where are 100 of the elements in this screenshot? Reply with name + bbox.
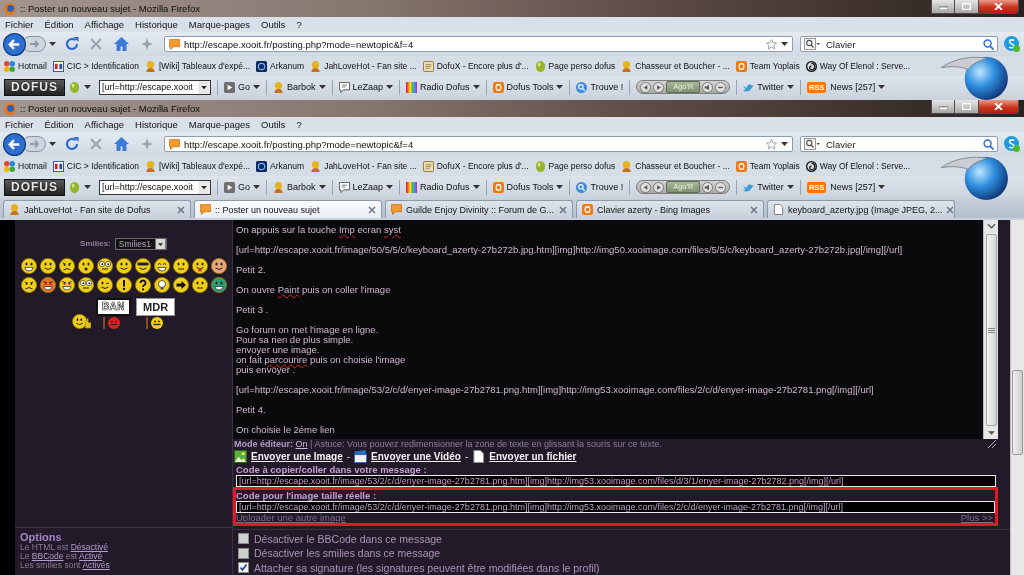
address-field[interactable]: http://escape.xooit.fr/posting.php?mode=newtopic&f=4	[164, 136, 793, 152]
menu-item[interactable]: Outils	[261, 119, 286, 130]
close-icon[interactable]	[368, 205, 376, 214]
scrollbar-thumb[interactable]	[985, 234, 997, 426]
exclamation-icon[interactable]	[115, 277, 132, 293]
minimize-button[interactable]	[931, 0, 955, 14]
caret-icon[interactable]	[781, 142, 788, 146]
tab[interactable]: keyboard_azerty.jpg (Image JPEG, 2...	[767, 200, 955, 218]
reload-icon[interactable]	[65, 37, 79, 51]
caret-icon[interactable]	[556, 85, 564, 89]
checkbox[interactable]	[238, 533, 249, 545]
smiley-icon[interactable]	[172, 258, 189, 274]
page-scrollbar[interactable]	[1010, 220, 1024, 575]
caret-icon[interactable]	[386, 185, 394, 189]
caret-icon[interactable]	[878, 185, 886, 189]
upload-video-link[interactable]: Envoyer une Vidéo	[371, 451, 461, 463]
volume-icon[interactable]	[702, 181, 714, 193]
caret-icon[interactable]	[253, 185, 260, 189]
app-icon[interactable]	[1004, 36, 1020, 52]
url-select[interactable]: [url=http://escape.xooit	[99, 79, 211, 95]
play-icon[interactable]	[653, 81, 665, 93]
reload-icon[interactable]	[65, 137, 79, 151]
caret-icon[interactable]	[253, 85, 260, 89]
menu-item[interactable]: ?	[296, 119, 302, 130]
search-icon[interactable]	[983, 138, 994, 150]
caret-icon[interactable]	[556, 185, 564, 189]
bookmark[interactable]: Arkanum	[256, 160, 305, 172]
magnifier-icon[interactable]	[804, 38, 820, 50]
dofus-logo[interactable]: DOFUS	[4, 78, 65, 96]
menu-item[interactable]: Outils	[261, 19, 286, 30]
magnifier-icon[interactable]	[804, 138, 820, 150]
bookmark[interactable]: Chasseur et Boucher - ...	[621, 160, 730, 172]
smilies-select[interactable]: Smilies1	[114, 237, 167, 250]
tab[interactable]: Guilde Enjoy Divinity :: Forum de G...	[385, 200, 573, 218]
code-field[interactable]: [url=http://escape.xooit.fr/image/53/2/c/d/enyer-image-27b2781.png.htm][img]http://img53.xooimage.com/files/2/c/d/enyer-image-27b2781.png[/img][/url]	[236, 500, 995, 513]
maximize-button[interactable]	[955, 100, 979, 114]
tab[interactable]: JahLoveHot - Fan site de Dofus	[3, 200, 191, 218]
caret-icon[interactable]	[781, 42, 788, 46]
menu-item[interactable]: ?	[296, 19, 302, 30]
message-field[interactable]: On appuis sur la touche Imp ecran syst [url=http://escape.xooit.fr/image/50/5/5/c/keyboard_azerty-27b272b.jpg.htm][img]http://img50.xooimage.com/files/5/5/c/keyboard_azerty-27b272b.jpg[/img][/url] Petit 2. On ouvre Paint puis on coller l'image Petit 3 . Go forum on met l'image en ligne. Pour sa rien de plus simple. envoyer une image. on fait parcourire puis on choisie l'image puis envoyer . [url=http://escape.xooit.fr/image/53/2/c/d/enyer-image-27b2781.png.htm][img]http://img53.xooimage.com/files/2/c/d/enyer-image-27b2781.png[/img][/url] Petit 4. On choisie le 2éme lien	[233, 220, 998, 439]
volume-icon[interactable]	[702, 81, 714, 93]
smiley-icon[interactable]	[210, 277, 227, 293]
home-icon[interactable]	[114, 37, 129, 51]
toolbar-button[interactable]: Dofus Tools	[492, 81, 564, 93]
scrollbar-thumb[interactable]	[1012, 370, 1023, 455]
menu-item[interactable]: Historique	[135, 19, 178, 30]
caret-icon[interactable]	[786, 85, 794, 89]
toolbar-button[interactable]: Twitter	[743, 181, 794, 193]
smiley-icon[interactable]	[58, 258, 75, 274]
menu-item[interactable]: Marque-pages	[188, 19, 251, 30]
bookmark[interactable]: Page perso dofus	[534, 160, 616, 172]
option-link[interactable]: Activé	[79, 551, 103, 561]
smiley-icon[interactable]	[134, 258, 151, 274]
bookmark[interactable]: CIC > Identification	[52, 160, 139, 172]
bookmark[interactable]: Way Of Elenol : Serve...	[805, 160, 911, 172]
smiley-icon[interactable]	[191, 277, 208, 293]
url-select[interactable]: [url=http://escape.xooit	[99, 179, 211, 195]
home-icon[interactable]	[114, 137, 129, 151]
checkbox[interactable]	[238, 547, 249, 559]
menu-item[interactable]: Fichier	[5, 19, 34, 30]
bookmark[interactable]: CIC > Identification	[52, 60, 139, 72]
toolbar-button[interactable]: Radio Dofus	[406, 81, 480, 93]
caret-icon[interactable]	[84, 85, 91, 89]
menu-item[interactable]: Historique	[135, 119, 178, 130]
toolbar-button[interactable]: News [257]	[830, 182, 886, 192]
search-icon[interactable]	[983, 38, 994, 50]
close-button[interactable]	[979, 0, 1019, 14]
close-icon[interactable]	[946, 205, 955, 214]
bookmark[interactable]: Way Of Elenol : Serve...	[805, 60, 911, 72]
toolbar-button[interactable]: Go	[224, 81, 260, 93]
editor-mode-link[interactable]: On	[295, 439, 308, 450]
search-field[interactable]: Clavier	[800, 36, 998, 52]
minus-icon[interactable]	[715, 181, 727, 193]
bookmark[interactable]: Hotmail	[4, 160, 47, 172]
arrow-down-icon[interactable]	[987, 431, 995, 435]
caret-icon[interactable]	[472, 85, 480, 89]
toolbar-button[interactable]: Twitter	[743, 81, 794, 93]
caret-icon[interactable]	[84, 185, 91, 189]
caret-icon[interactable]	[318, 85, 326, 89]
resize-grip-icon[interactable]	[988, 440, 996, 449]
close-button[interactable]	[979, 100, 1019, 114]
bookmark[interactable]: Team Yoplais	[735, 60, 800, 72]
smiley-icon[interactable]	[58, 277, 75, 293]
menu-item[interactable]: Affichage	[84, 119, 125, 130]
smiley-icon[interactable]	[39, 258, 56, 274]
star-icon[interactable]	[766, 138, 777, 150]
bookmark[interactable]: Page perso dofus	[534, 60, 616, 72]
menu-item[interactable]: Affichage	[84, 19, 125, 30]
bookmark[interactable]: DofuX - Encore plus d'...	[422, 160, 529, 172]
toolbar-button[interactable]: Radio Dofus	[406, 181, 480, 193]
bookmark[interactable]: DofuX - Encore plus d'...	[422, 60, 529, 72]
tab[interactable]: Clavier azerty - Bing Images	[576, 200, 764, 218]
chevron-down-icon[interactable]	[986, 223, 996, 229]
close-icon[interactable]	[559, 205, 567, 214]
menu-item[interactable]: Fichier	[5, 119, 34, 130]
bookmark[interactable]: Chasseur et Boucher - ...	[621, 60, 730, 72]
upload-again-link[interactable]: Uploader une autre image	[236, 512, 346, 523]
minimize-button[interactable]	[931, 100, 955, 114]
option-link[interactable]: Désactivé	[70, 542, 109, 552]
upload-file-link[interactable]: Envoyer un fichier	[489, 451, 577, 463]
